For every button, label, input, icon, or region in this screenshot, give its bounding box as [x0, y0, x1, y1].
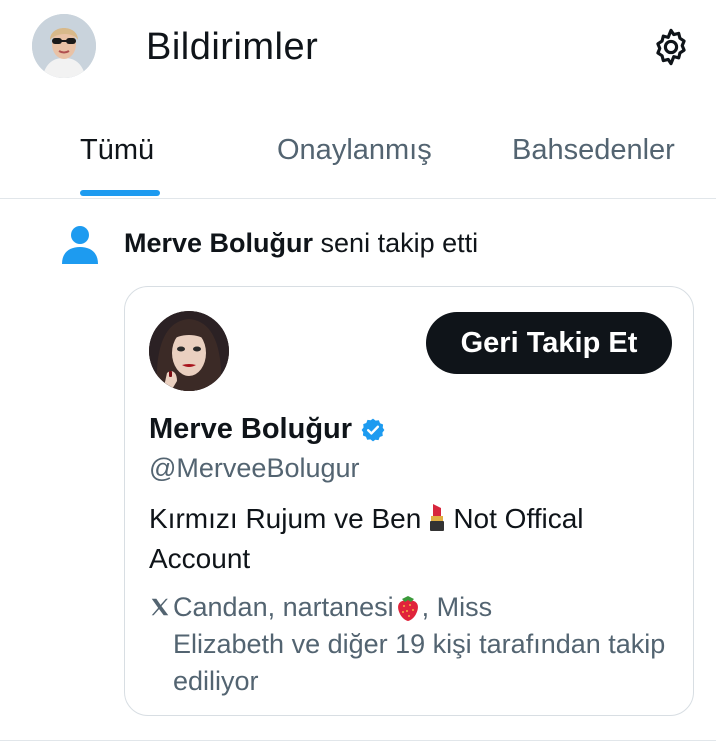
followed-by-line2: Elizabeth ve diğer 19 kişi tarafından ta…	[173, 629, 666, 696]
followed-by-part1: Candan, nartanesi	[173, 592, 394, 622]
top-bar: Bildirimler	[0, 0, 716, 96]
strawberry-emoji	[397, 596, 418, 621]
verified-badge-icon	[361, 418, 385, 441]
person-icon	[60, 224, 100, 266]
profile-avatar[interactable]	[32, 14, 96, 78]
active-tab-indicator	[80, 190, 160, 196]
notification-user[interactable]: Merve Boluğur	[124, 228, 313, 258]
followed-by-part2: , Miss	[421, 592, 493, 622]
tab-all[interactable]: Tümü	[80, 134, 154, 167]
follow-back-button[interactable]: Geri Takip Et	[426, 312, 672, 374]
user-bio: Kırmızı Rujum ve Ben Not Offical Account	[149, 499, 669, 579]
follow-notification[interactable]: Merve Boluğur seni takip etti Geri Takip…	[0, 198, 716, 744]
tab-verified[interactable]: Onaylanmış	[277, 134, 432, 167]
page-title: Bildirimler	[146, 26, 319, 68]
notification-action: seni takip etti	[313, 228, 479, 258]
lipstick-emoji	[430, 504, 445, 531]
gear-icon[interactable]	[648, 24, 694, 70]
x-logo-icon	[151, 598, 169, 616]
notification-text: Merve Boluğur seni takip etti	[124, 228, 478, 259]
tab-bar: Tümü Onaylanmış Bahsedenler	[0, 118, 716, 199]
divider	[0, 740, 716, 741]
tab-mentions[interactable]: Bahsedenler	[512, 134, 675, 167]
user-name[interactable]: Merve Boluğur	[149, 413, 352, 446]
bio-text-1: Kırmızı Rujum ve Ben	[149, 503, 422, 534]
user-name-row: Merve Boluğur	[149, 413, 386, 446]
user-card[interactable]: Geri Takip Et Merve Boluğur @MerveeBolug…	[124, 286, 694, 716]
followed-by-text: Candan, nartanesi , Miss Elizabeth ve di…	[149, 589, 669, 700]
user-handle: @MerveeBolugur	[149, 453, 360, 483]
user-avatar[interactable]	[149, 311, 229, 391]
